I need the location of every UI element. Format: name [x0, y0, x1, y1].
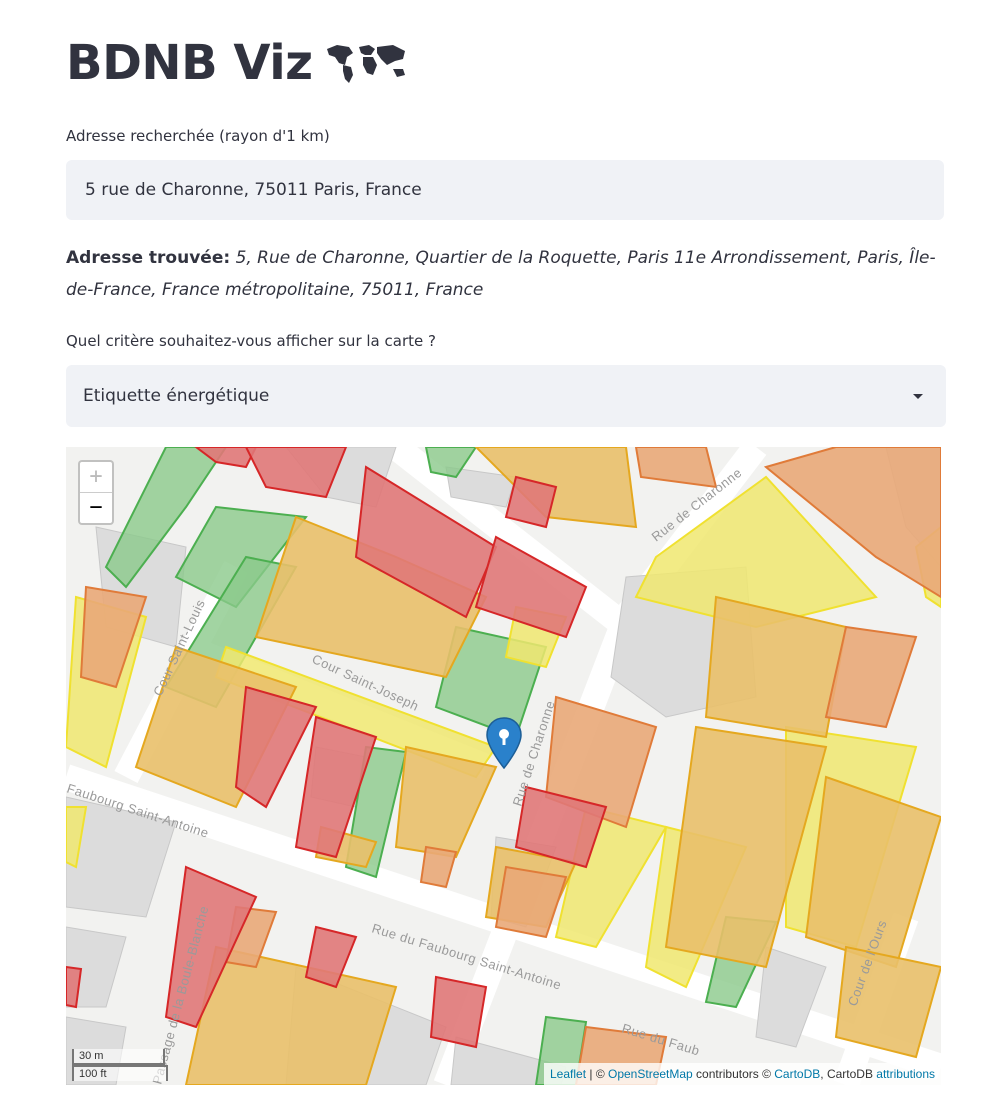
attrib-sep2: , CartoDB — [820, 1067, 877, 1081]
leaflet-link[interactable]: Leaflet — [550, 1067, 586, 1081]
attributions-link[interactable]: attributions — [876, 1067, 935, 1081]
attrib-mid: contributors © — [692, 1067, 775, 1081]
zoom-out-button[interactable]: − — [80, 493, 112, 523]
map-container[interactable]: Rue de Charonne Rue de Charonne Cour Sai… — [66, 447, 941, 1085]
chevron-down-icon[interactable] — [913, 393, 923, 399]
scale-metric: 30 m — [72, 1049, 165, 1065]
found-address-prefix: Adresse trouvée: — [66, 248, 231, 268]
world-map-icon — [326, 45, 405, 83]
cartodb-link[interactable]: CartoDB — [774, 1067, 820, 1081]
criterion-selected-value: Etiquette énergétique — [83, 386, 270, 406]
map-attribution: Leaflet | © OpenStreetMap contributors ©… — [544, 1063, 941, 1085]
app-title: BDNB Viz — [66, 35, 313, 91]
zoom-control: + − — [78, 460, 114, 525]
location-marker-icon[interactable] — [486, 717, 522, 773]
attrib-sep1: | © — [586, 1067, 608, 1081]
criterion-select[interactable]: Etiquette énergétique — [66, 365, 946, 427]
found-address: Adresse trouvée: 5, Rue de Charonne, Qua… — [66, 242, 936, 306]
criterion-label: Quel critère souhaitez-vous afficher sur… — [66, 332, 436, 350]
osm-link[interactable]: OpenStreetMap — [608, 1067, 693, 1081]
scale-imperial: 100 ft — [72, 1065, 168, 1081]
page-title: BDNB Viz — [66, 30, 409, 96]
search-label: Adresse recherchée (rayon d'1 km) — [66, 127, 330, 145]
address-search-field[interactable] — [66, 160, 944, 220]
zoom-in-button[interactable]: + — [80, 462, 112, 493]
map-scale: 30 m 100 ft — [72, 1049, 168, 1081]
address-input[interactable] — [67, 161, 943, 219]
